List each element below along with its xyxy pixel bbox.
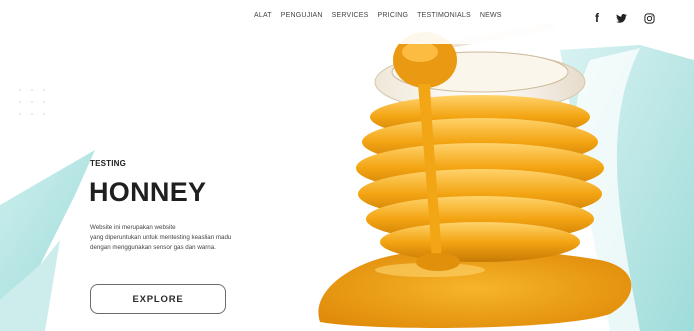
instagram-glyph bbox=[643, 12, 655, 24]
facebook-icon[interactable]: f bbox=[590, 11, 604, 25]
twitter-icon[interactable] bbox=[614, 11, 628, 25]
nav-links: ALAT PENGUJIAN SERVICES PRICING TESTIMON… bbox=[254, 12, 502, 19]
nav-item-testimonials[interactable]: TESTIMONIALS bbox=[417, 12, 471, 19]
hero-title: HONNEY bbox=[89, 177, 207, 207]
nav-item-services[interactable]: SERVICES bbox=[332, 12, 369, 19]
facebook-glyph: f bbox=[595, 11, 599, 25]
hero-description-line: dengan menggunakan sensor gas dan warna. bbox=[90, 244, 216, 251]
nav-item-news[interactable]: NEWS bbox=[480, 12, 502, 19]
hero-kicker: TESTING bbox=[90, 159, 127, 168]
nav-item-pengujian[interactable]: PENGUJIAN bbox=[281, 12, 323, 19]
twitter-glyph bbox=[615, 13, 627, 23]
explore-button[interactable]: EXPLORE bbox=[90, 284, 226, 314]
nav-item-pricing[interactable]: PRICING bbox=[378, 12, 409, 19]
nav-item-alat[interactable]: ALAT bbox=[254, 12, 272, 19]
top-navbar: ALAT PENGUJIAN SERVICES PRICING TESTIMON… bbox=[0, 0, 694, 44]
hero-description-line: yang diperuntukan untuk mentesting keasl… bbox=[90, 234, 232, 241]
instagram-icon[interactable] bbox=[642, 11, 656, 25]
honey-rings bbox=[356, 95, 604, 262]
honey-jar-illustration bbox=[318, 23, 632, 328]
hero-description: Website ini merupakan website yang diper… bbox=[90, 223, 290, 253]
hero-description-line: Website ini merupakan website bbox=[90, 224, 176, 231]
dot-pattern bbox=[19, 89, 45, 115]
